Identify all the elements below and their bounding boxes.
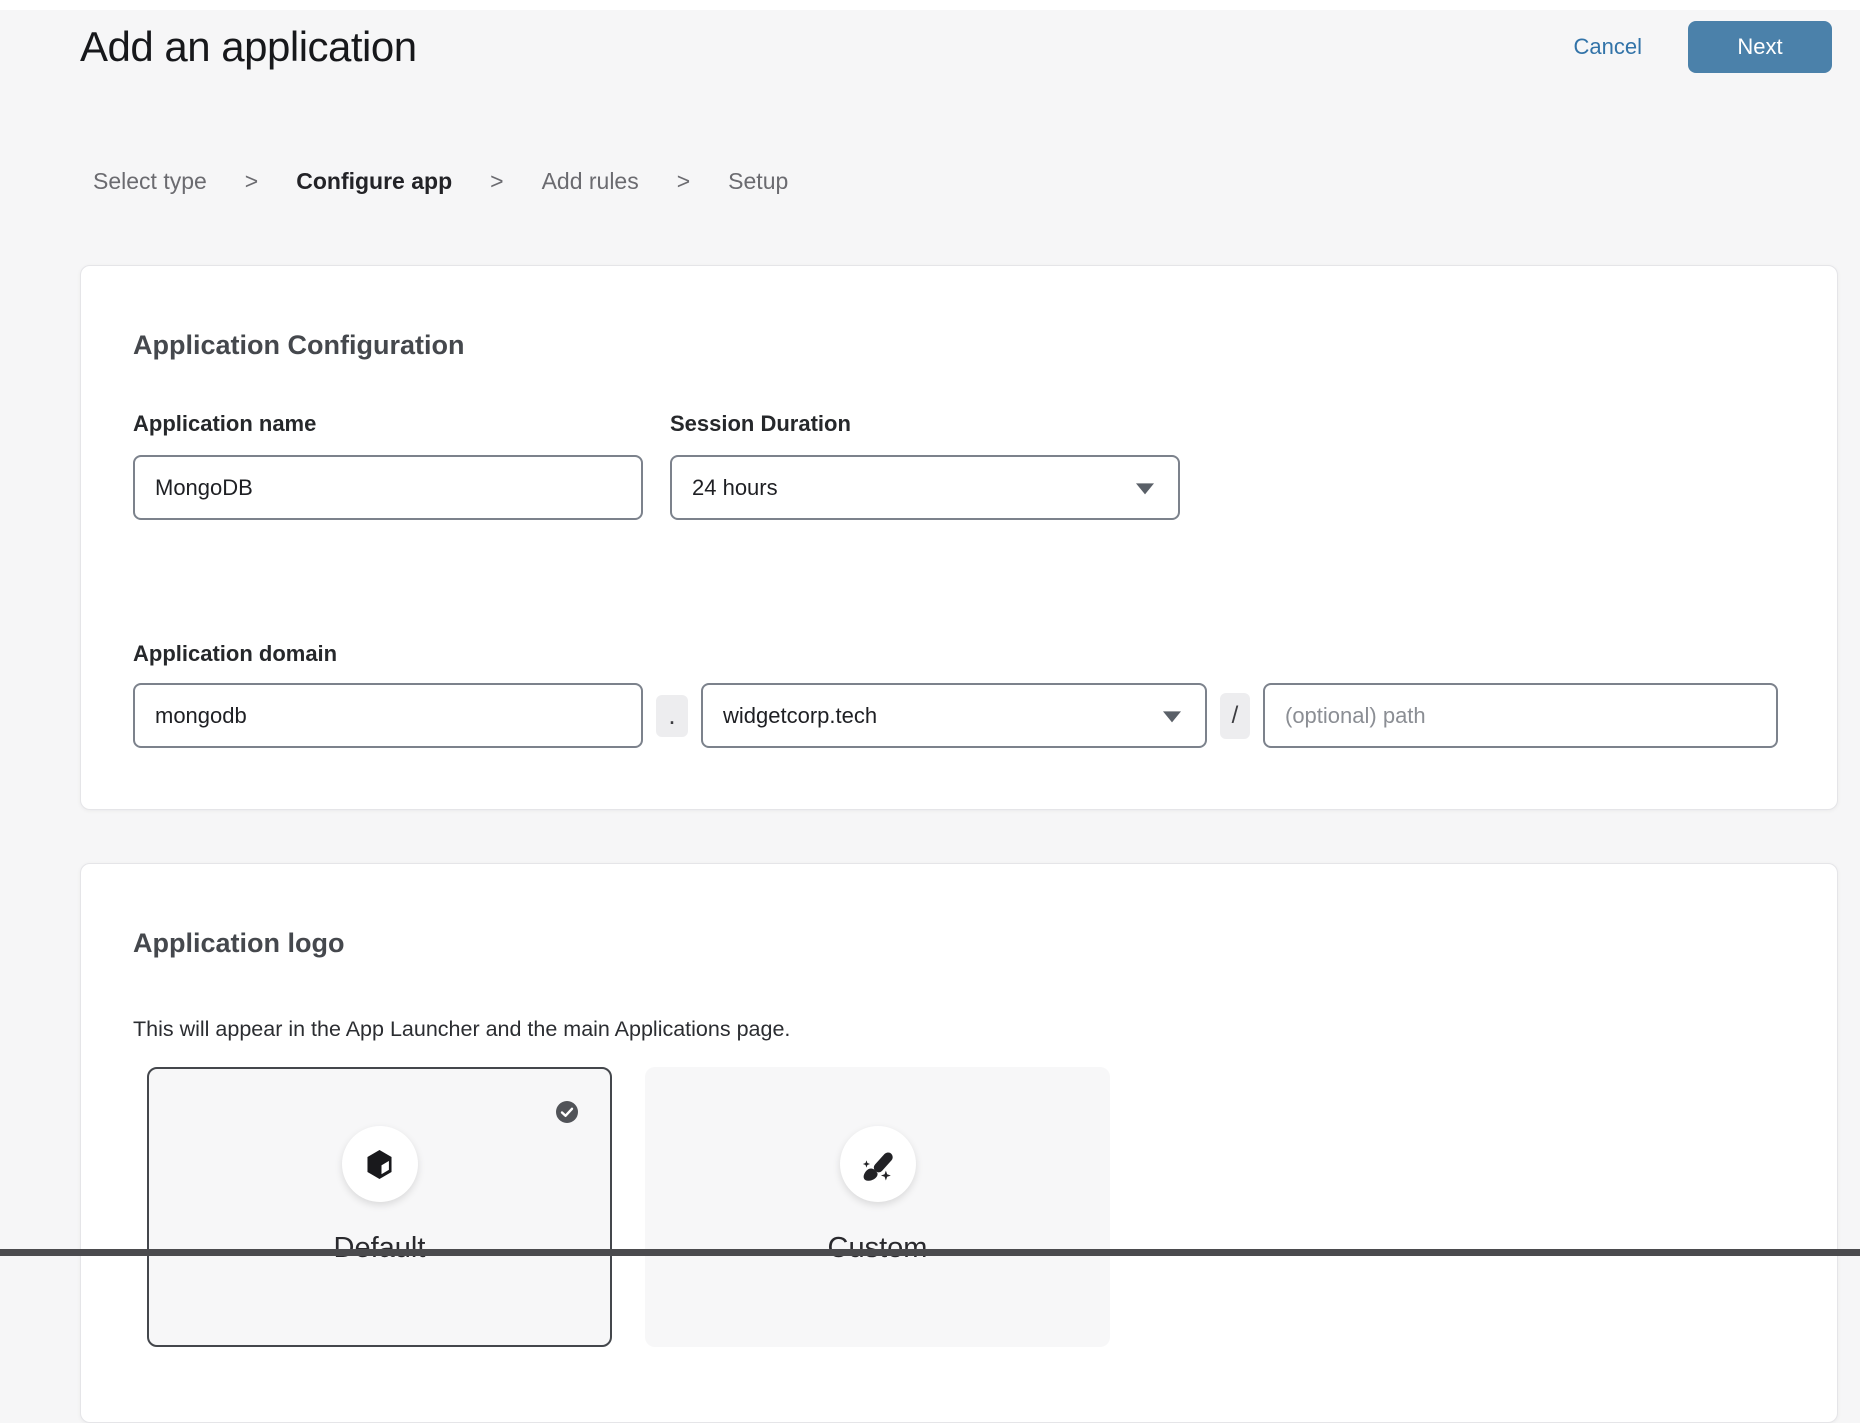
- dot-separator: .: [656, 695, 688, 737]
- domain-select-value: widgetcorp.tech: [723, 703, 877, 729]
- application-logo-card: Application logo This will appear in the…: [80, 863, 1838, 1423]
- logo-option-custom[interactable]: Custom: [645, 1067, 1110, 1347]
- breadcrumb-item-setup[interactable]: Setup: [728, 168, 788, 195]
- application-logo-title: Application logo: [133, 926, 1785, 960]
- chevron-down-icon: [1163, 711, 1181, 722]
- breadcrumb-separator: >: [490, 168, 503, 195]
- custom-logo-circle: [840, 1126, 916, 1202]
- selected-check-badge: [556, 1101, 578, 1123]
- breadcrumb: Select type > Configure app > Add rules …: [93, 168, 788, 195]
- session-duration-value: 24 hours: [692, 475, 778, 501]
- page-title: Add an application: [80, 23, 417, 71]
- session-duration-field: Session Duration 24 hours: [670, 410, 1180, 520]
- application-domain-field: Application domain . widgetcorp.tech /: [133, 640, 1785, 748]
- next-button[interactable]: Next: [1688, 21, 1832, 73]
- cancel-button[interactable]: Cancel: [1574, 34, 1642, 60]
- session-duration-label: Session Duration: [670, 410, 1180, 437]
- domain-select[interactable]: widgetcorp.tech: [701, 683, 1207, 748]
- application-configuration-title: Application Configuration: [133, 328, 1785, 362]
- checkmark-icon: [556, 1101, 578, 1123]
- application-name-label: Application name: [133, 410, 643, 437]
- logo-options-row: Default Custom: [147, 1067, 1785, 1347]
- application-domain-label: Application domain: [133, 640, 1785, 667]
- application-domain-row: . widgetcorp.tech /: [133, 683, 1785, 748]
- page-header: Add an application Cancel Next: [80, 21, 1832, 73]
- breadcrumb-item-select-type[interactable]: Select type: [93, 168, 207, 195]
- application-name-input[interactable]: [133, 455, 643, 520]
- cube-icon: [361, 1146, 398, 1183]
- subdomain-input[interactable]: [133, 683, 643, 748]
- application-configuration-card: Application Configuration Application na…: [80, 265, 1838, 810]
- paintbrush-icon: [857, 1143, 899, 1185]
- logo-option-default[interactable]: Default: [147, 1067, 612, 1347]
- name-duration-row: Application name Session Duration 24 hou…: [133, 410, 1785, 520]
- bottom-edge-bar: [0, 1249, 1860, 1256]
- path-input[interactable]: [1263, 683, 1778, 748]
- top-strip: [0, 0, 1860, 10]
- breadcrumb-separator: >: [245, 168, 258, 195]
- breadcrumb-item-configure-app[interactable]: Configure app: [296, 168, 452, 195]
- application-logo-description: This will appear in the App Launcher and…: [133, 1017, 1785, 1041]
- header-actions: Cancel Next: [1574, 21, 1832, 73]
- chevron-down-icon: [1136, 483, 1154, 494]
- session-duration-select[interactable]: 24 hours: [670, 455, 1180, 520]
- default-logo-circle: [342, 1126, 418, 1202]
- breadcrumb-separator: >: [677, 168, 690, 195]
- breadcrumb-item-add-rules[interactable]: Add rules: [542, 168, 639, 195]
- application-name-field: Application name: [133, 410, 643, 520]
- slash-separator: /: [1220, 693, 1250, 739]
